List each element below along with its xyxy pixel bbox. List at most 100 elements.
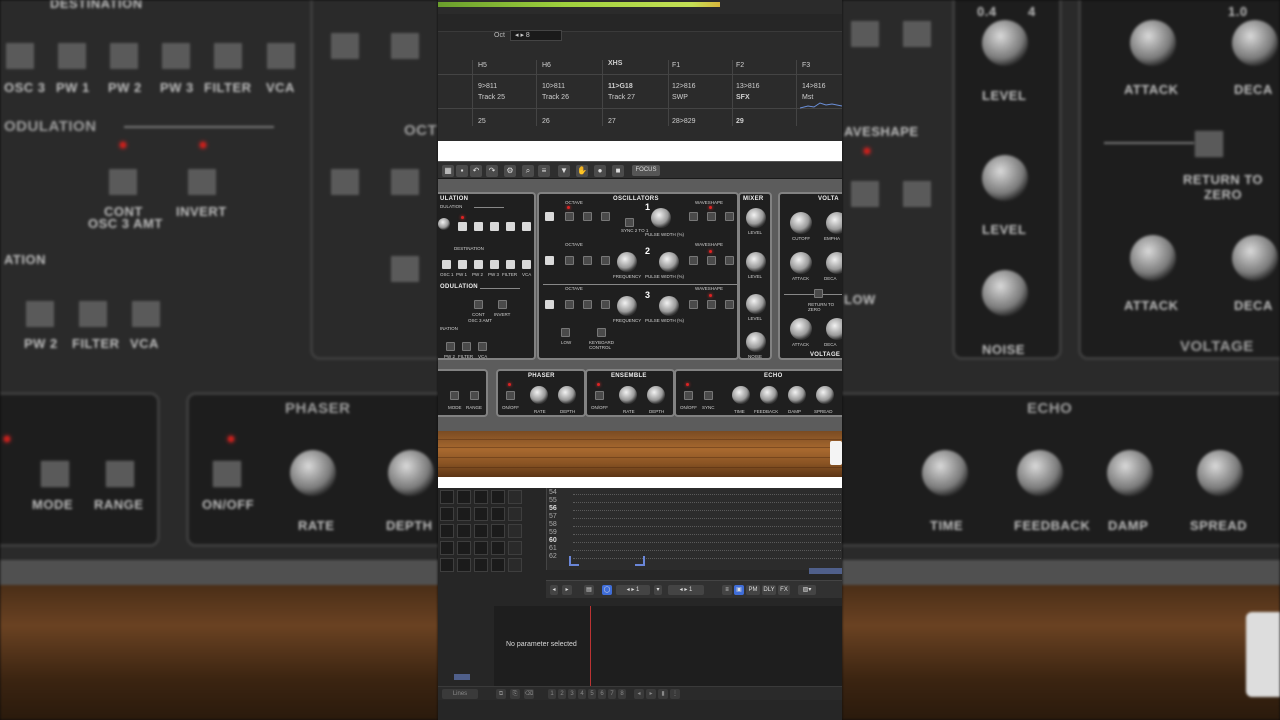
search-icon[interactable]: ⌕	[522, 165, 534, 177]
pattern-pad[interactable]	[474, 507, 488, 521]
pattern-pad[interactable]	[474, 524, 488, 538]
pattern-pad[interactable]	[491, 524, 505, 538]
pattern-pad[interactable]	[491, 558, 505, 572]
pattern-pad[interactable]	[508, 507, 522, 521]
track-step[interactable]: 10>811	[542, 83, 565, 90]
more-icon[interactable]: ⋮	[670, 689, 680, 699]
pattern-pad[interactable]	[440, 558, 454, 572]
track-header[interactable]: H6	[542, 62, 551, 69]
bg-label: DEPTH	[386, 518, 433, 533]
pattern-pad[interactable]	[440, 490, 454, 504]
preset-icon[interactable]: ≡	[538, 165, 550, 177]
slot-button[interactable]: 8	[618, 689, 626, 699]
pattern-pad[interactable]	[474, 541, 488, 555]
list-icon[interactable]: ≡	[722, 585, 732, 595]
octave-stepper[interactable]: ◂ ▸ 8	[510, 30, 562, 41]
bg-label: PW 3	[160, 80, 194, 95]
pattern-grid[interactable]	[440, 490, 532, 580]
track-step[interactable]: 13>816	[736, 83, 760, 90]
track-name[interactable]: Track 25	[478, 94, 505, 101]
prev-icon[interactable]: ◂	[550, 585, 558, 595]
slot-button[interactable]: 4	[578, 689, 586, 699]
dest-pw2: PW 2	[472, 272, 484, 277]
pattern-pad[interactable]	[508, 558, 522, 572]
loop-icon[interactable]: ◯	[602, 585, 612, 595]
dly-button[interactable]: DLY	[762, 585, 776, 595]
track-name[interactable]: Track 26	[542, 94, 569, 101]
settings-icon[interactable]: ⚙	[504, 165, 516, 177]
pattern-pad[interactable]	[508, 490, 522, 504]
bg-label: FILTER	[204, 80, 252, 95]
pattern-pad[interactable]	[457, 490, 471, 504]
pattern-pad[interactable]	[474, 490, 488, 504]
focus-button[interactable]: FOCUS	[632, 165, 660, 176]
keyboard-icon[interactable]: ▤	[584, 585, 594, 595]
track-header[interactable]: H5	[478, 62, 487, 69]
prev-icon[interactable]: ◂	[634, 689, 644, 699]
lock-icon[interactable]: ▮	[658, 689, 668, 699]
slot-button[interactable]: 5	[588, 689, 596, 699]
next-icon[interactable]: ▸	[562, 585, 572, 595]
background-right-synth: 0.4 4 1.0 ATTACK DECA LEVEL LEVEL RETURN…	[842, 0, 1280, 720]
hand-icon[interactable]: ✋	[576, 165, 588, 177]
bg-label: FILTER	[72, 336, 120, 351]
stop-icon[interactable]: ■	[612, 165, 624, 177]
vst-icon[interactable]: ▼	[558, 165, 570, 177]
track-header[interactable]: XHS	[608, 60, 622, 67]
record-icon[interactable]: ●	[594, 165, 606, 177]
track-name[interactable]: Track 27	[608, 94, 635, 101]
octave-label: Oct	[494, 32, 505, 39]
automation-lane[interactable]: No parameter selected	[494, 606, 842, 688]
clear-icon[interactable]: ⌫	[524, 689, 534, 699]
copy-icon[interactable]: ⧉	[496, 689, 506, 699]
grid-icon[interactable]: ▦	[442, 165, 454, 177]
track-step[interactable]: 11>G18	[608, 83, 633, 90]
menu-icon[interactable]: ▪	[456, 165, 468, 177]
mode-icon[interactable]: ▣	[734, 585, 744, 595]
pattern-pad[interactable]	[457, 524, 471, 538]
slot-button[interactable]: 7	[608, 689, 616, 699]
redo-icon[interactable]: ↷	[486, 165, 498, 177]
ensemble-module: ENSEMBLE ON/OFF RATE DEPTH	[585, 369, 675, 417]
slot-button[interactable]: 6	[598, 689, 606, 699]
track-step[interactable]: 14>816	[802, 83, 826, 90]
pattern-pad[interactable]	[491, 541, 505, 555]
bg-label: DECA	[1234, 298, 1273, 313]
pattern-pad[interactable]	[440, 541, 454, 555]
track-header[interactable]: F1	[672, 62, 680, 69]
track-step[interactable]: 9>811	[478, 83, 497, 90]
pattern-pad[interactable]	[491, 490, 505, 504]
oscillators-module: OSCILLATORS OCTAVE WAVESHAPE 1 SYNC 2 TO…	[537, 192, 739, 360]
undo-icon[interactable]: ↶	[470, 165, 482, 177]
slot-button[interactable]: 1	[548, 689, 556, 699]
pattern-pad[interactable]	[457, 558, 471, 572]
track-header[interactable]: F2	[736, 62, 744, 69]
lines-select[interactable]: Lines	[442, 689, 478, 699]
edit-step-stepper[interactable]: ◂ ▸ 1	[668, 585, 704, 595]
pattern-pad[interactable]	[508, 524, 522, 538]
pattern-pad[interactable]	[457, 541, 471, 555]
emphasis-label: EMPHA	[824, 236, 841, 241]
pattern-pad[interactable]	[440, 524, 454, 538]
chevron-down-icon[interactable]: ▾	[654, 585, 662, 595]
slot-button[interactable]: 2	[558, 689, 566, 699]
step-stepper[interactable]: ◂ ▸ 1	[616, 585, 650, 595]
image-icon[interactable]: ▨▾	[798, 585, 816, 595]
play-icon[interactable]: ▸	[646, 689, 656, 699]
fx-button[interactable]: FX	[778, 585, 790, 595]
pm-button[interactable]: PM	[746, 585, 760, 595]
track-step[interactable]: 12>816	[672, 83, 696, 90]
sequencer-view: 54 55 56 57 58 59 60 61 62 ◂ ▸ ▤ ◯ ◂ ▸ 1	[438, 488, 842, 720]
paste-icon[interactable]: ⎘	[510, 689, 520, 699]
track-name[interactable]: SFX	[736, 94, 750, 101]
decay-label: DECA	[824, 342, 837, 347]
track-name[interactable]: SWP	[672, 94, 688, 101]
pattern-pad[interactable]	[457, 507, 471, 521]
bg-label: OSC 3	[4, 80, 46, 95]
slot-button[interactable]: 3	[568, 689, 576, 699]
pattern-pad[interactable]	[474, 558, 488, 572]
pattern-pad[interactable]	[508, 541, 522, 555]
pattern-pad[interactable]	[440, 507, 454, 521]
pattern-pad[interactable]	[491, 507, 505, 521]
track-header[interactable]: F3	[802, 62, 810, 69]
